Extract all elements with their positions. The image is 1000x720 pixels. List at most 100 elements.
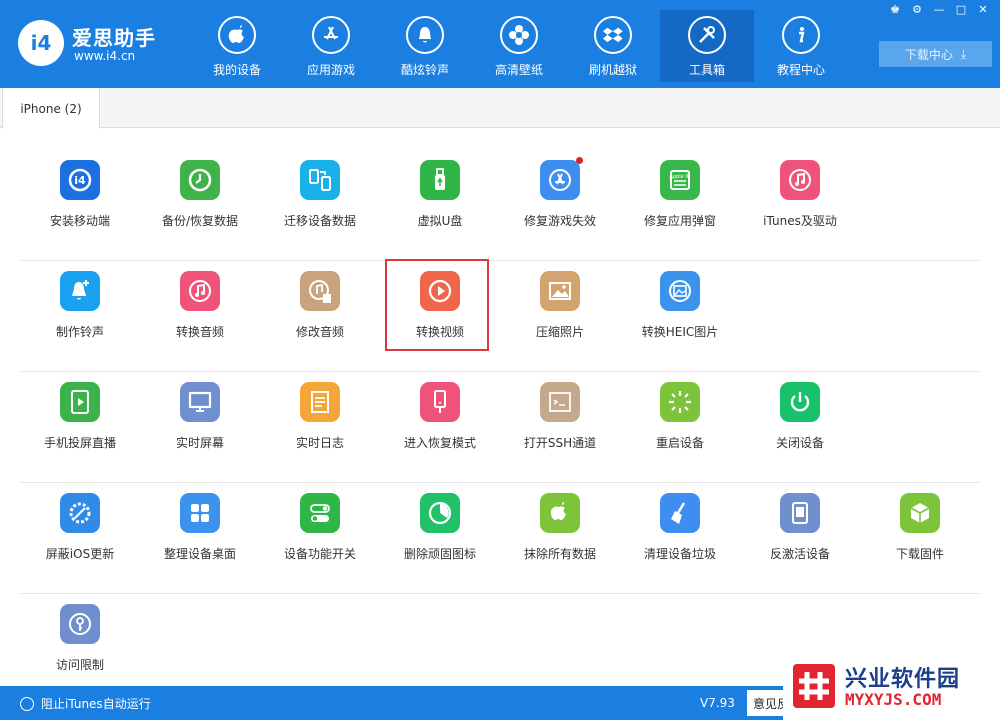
- key-icon: [60, 604, 100, 644]
- tool-label: 关闭设备: [775, 436, 824, 450]
- phone-cable-icon: [420, 382, 460, 422]
- nav-flash-jailbreak[interactable]: 刷机越狱: [566, 10, 660, 82]
- tool-toggle[interactable]: 设备功能开关: [260, 493, 380, 583]
- tool-heic-photo[interactable]: 转换HEIC图片: [620, 271, 740, 361]
- tool-label: 屏蔽iOS更新: [45, 547, 115, 561]
- apple-erase-icon: [540, 493, 580, 533]
- power-icon: [780, 382, 820, 422]
- nav-tutorials[interactable]: 教程中心: [754, 10, 848, 82]
- tool-label: 安装移动端: [49, 214, 110, 228]
- tool-broom[interactable]: 清理设备垃圾: [620, 493, 740, 583]
- document-icon: [300, 382, 340, 422]
- tool-music-convert[interactable]: 转换音频: [140, 271, 260, 361]
- maximize-icon[interactable]: □: [952, 3, 970, 17]
- tool-grid[interactable]: 整理设备桌面: [140, 493, 260, 583]
- tool-document[interactable]: 实时日志: [260, 382, 380, 472]
- tool-label: 转换视频: [415, 325, 464, 339]
- tool-label: 实时日志: [295, 436, 344, 450]
- tool-backup-clock[interactable]: 备份/恢复数据: [140, 160, 260, 250]
- block-update-gear-icon: [60, 493, 100, 533]
- app-store-icon: [312, 16, 350, 54]
- nav-toolbox[interactable]: 工具箱: [660, 10, 754, 82]
- nav-label: 工具箱: [688, 63, 725, 77]
- download-center-button[interactable]: 下载中心 ⤓: [879, 41, 992, 67]
- tool-label: 反激活设备: [769, 547, 830, 561]
- nav-label: 教程中心: [776, 63, 825, 77]
- tool-itunes[interactable]: iTunes及驱动: [740, 160, 860, 250]
- tool-row: i4 安装移动端 备份/恢复数据 迁移设备数据 虚拟U盘 修复游戏失效 Apple ID 修复…: [20, 150, 980, 261]
- tool-music-edit[interactable]: 修改音频: [260, 271, 380, 361]
- tool-photo[interactable]: 压缩照片: [500, 271, 620, 361]
- tool-usb-drive[interactable]: 虚拟U盘: [380, 160, 500, 250]
- nav-apps[interactable]: 应用游戏: [284, 10, 378, 82]
- tool-apple-erase[interactable]: 抹除所有数据: [500, 493, 620, 583]
- version-label: V7.93: [700, 696, 735, 710]
- tool-i4-app[interactable]: i4 安装移动端: [20, 160, 140, 250]
- tool-restart-spinner[interactable]: 重启设备: [620, 382, 740, 472]
- tool-phone-cable[interactable]: 进入恢复模式: [380, 382, 500, 472]
- tool-label: 虚拟U盘: [417, 214, 463, 228]
- music-convert-icon: [180, 271, 220, 311]
- tool-label: 抹除所有数据: [523, 547, 596, 561]
- brand-url: www.i4.cn: [74, 49, 136, 63]
- nav-wallpapers[interactable]: 高清壁纸: [472, 10, 566, 82]
- tool-apple-id[interactable]: Apple ID 修复应用弹窗: [620, 160, 740, 250]
- tool-label: 清理设备垃圾: [643, 547, 716, 561]
- flower-icon: [500, 16, 538, 54]
- hash-logo-icon: [793, 664, 835, 708]
- tool-label: 删除顽固图标: [403, 547, 476, 561]
- close-icon[interactable]: ✕: [974, 3, 992, 17]
- tool-monitor[interactable]: 实时屏幕: [140, 382, 260, 472]
- top-header: i4 爱思助手 www.i4.cn 我的设备 应用游戏 酷炫铃声 高清壁纸 刷机…: [0, 0, 1000, 88]
- radio-button[interactable]: [20, 696, 34, 711]
- tool-label: 备份/恢复数据: [161, 214, 239, 228]
- tool-label: 进入恢复模式: [403, 436, 476, 450]
- tab-device-iphone[interactable]: iPhone (2): [2, 88, 100, 129]
- itunes-icon: [780, 160, 820, 200]
- tool-terminal[interactable]: 打开SSH通道: [500, 382, 620, 472]
- tool-tablet[interactable]: 反激活设备: [740, 493, 860, 583]
- shirt-icon[interactable]: ♚: [886, 3, 904, 17]
- tool-app-store-repair[interactable]: 修复游戏失效: [500, 157, 620, 250]
- tool-block-update-gear[interactable]: 屏蔽iOS更新: [20, 493, 140, 583]
- tool-key[interactable]: 访问限制: [20, 604, 140, 694]
- tool-migrate-phones[interactable]: 迁移设备数据: [260, 160, 380, 250]
- tool-power[interactable]: 关闭设备: [740, 382, 860, 472]
- block-itunes-option[interactable]: 阻止iTunes自动运行: [20, 695, 151, 712]
- backup-clock-icon: [180, 160, 220, 200]
- tool-pie[interactable]: 删除顽固图标: [380, 493, 500, 583]
- nav-ringtones[interactable]: 酷炫铃声: [378, 10, 472, 82]
- nav-label: 我的设备: [212, 63, 261, 77]
- nav-label: 刷机越狱: [588, 63, 637, 77]
- tool-row: 屏蔽iOS更新 整理设备桌面 设备功能开关 删除顽固图标 抹除所有数据 清理设备垃圾 反激活…: [20, 483, 980, 594]
- tool-label: iTunes及驱动: [763, 214, 837, 228]
- svg-text:i4: i4: [74, 174, 86, 187]
- video-play-icon: [420, 271, 460, 311]
- gear-icon[interactable]: ⚙: [908, 3, 926, 17]
- pie-icon: [420, 493, 460, 533]
- tool-video-play[interactable]: 转换视频: [380, 271, 500, 361]
- i4-logo-icon: i4: [18, 20, 64, 66]
- notification-dot: [576, 157, 583, 164]
- minimize-icon[interactable]: —: [930, 3, 948, 17]
- watermark-title: 兴业软件园: [845, 667, 961, 692]
- nav-my-device[interactable]: 我的设备: [190, 10, 284, 82]
- screen-cast-icon: [60, 382, 100, 422]
- tool-label: 修改音频: [295, 325, 344, 339]
- music-edit-icon: [300, 271, 340, 311]
- tool-label: 制作铃声: [55, 325, 104, 339]
- broom-icon: [660, 493, 700, 533]
- toggle-icon: [300, 493, 340, 533]
- dropbox-icon: [594, 16, 632, 54]
- i4-app-icon: i4: [60, 160, 100, 200]
- tool-bell-plus[interactable]: 制作铃声: [20, 271, 140, 361]
- tool-label: 重启设备: [655, 436, 704, 450]
- tool-screen-cast[interactable]: 手机投屏直播: [20, 382, 140, 472]
- tool-row: 制作铃声 转换音频 修改音频 转换视频 压缩照片 转换HEIC图片: [20, 259, 980, 372]
- tool-label: 整理设备桌面: [163, 547, 236, 561]
- tool-label: 转换音频: [175, 325, 224, 339]
- svg-text:Apple ID: Apple ID: [669, 174, 690, 180]
- tool-box[interactable]: 下载固件: [860, 493, 980, 583]
- tool-label: 打开SSH通道: [523, 436, 597, 450]
- toolbox-grid: i4 安装移动端 备份/恢复数据 迁移设备数据 虚拟U盘 修复游戏失效 Apple ID 修复…: [20, 150, 980, 684]
